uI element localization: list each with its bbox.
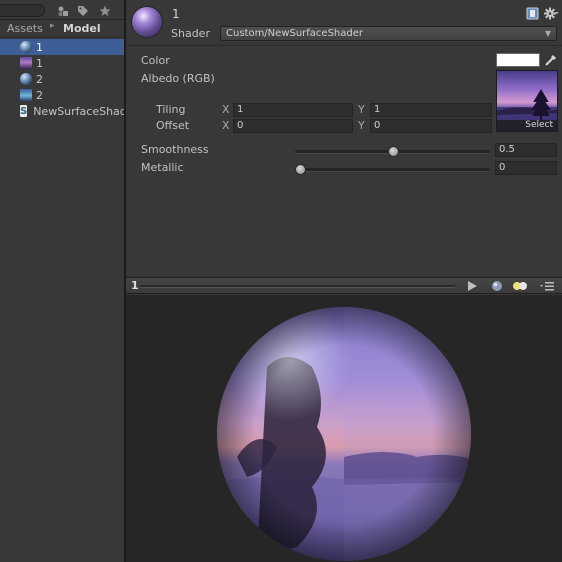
asset-item-material-1[interactable]: 1 bbox=[0, 39, 124, 55]
material-header: 1 Shader Custom/NewSurfaceShader ▼ bbox=[126, 0, 562, 46]
favorites-star-icon[interactable] bbox=[97, 3, 113, 18]
albedo-label: Albedo (RGB) bbox=[141, 72, 215, 85]
offset-x-field[interactable]: 0 bbox=[233, 119, 353, 133]
texture-thumbnail-icon bbox=[20, 89, 32, 101]
smoothness-label: Smoothness bbox=[141, 143, 209, 156]
asset-label: NewSurfaceShader bbox=[33, 104, 124, 118]
breadcrumb-model[interactable]: Model bbox=[63, 22, 101, 35]
smoothness-field[interactable]: 0.5 bbox=[495, 143, 557, 157]
project-panel: Assets ▸ Model 1 1 2 2 S NewSurfaceShade… bbox=[0, 0, 124, 562]
offset-x-label: X bbox=[222, 119, 230, 132]
breadcrumb: Assets ▸ Model bbox=[0, 20, 124, 38]
asset-label: 1 bbox=[36, 40, 43, 54]
texture-thumbnail-icon bbox=[20, 57, 32, 69]
albedo-texture-slot[interactable]: Select bbox=[496, 70, 558, 132]
help-book-icon[interactable] bbox=[526, 7, 539, 20]
gear-icon[interactable] bbox=[544, 6, 559, 21]
tiling-x-field[interactable]: 1 bbox=[233, 103, 353, 117]
preview-resize-handle[interactable] bbox=[140, 285, 455, 288]
asset-item-shader[interactable]: S NewSurfaceShader bbox=[0, 103, 124, 119]
color-label: Color bbox=[141, 54, 170, 67]
offset-y-label: Y bbox=[358, 119, 365, 132]
texture-select-button[interactable]: Select bbox=[497, 120, 557, 131]
preview-lights-icon[interactable] bbox=[512, 280, 528, 292]
project-toolbar-icons bbox=[55, 3, 120, 18]
material-sphere-icon bbox=[20, 73, 32, 85]
material-name: 1 bbox=[172, 7, 180, 21]
metallic-slider-thumb[interactable] bbox=[295, 164, 306, 175]
tiling-y-field[interactable]: 1 bbox=[370, 103, 492, 117]
color-swatch[interactable] bbox=[496, 53, 540, 67]
filter-by-type-icon[interactable] bbox=[55, 3, 71, 18]
preview-title: 1 bbox=[131, 279, 139, 292]
project-toolbar bbox=[0, 0, 124, 20]
tiling-x-label: X bbox=[222, 103, 230, 116]
asset-label: 2 bbox=[36, 72, 43, 86]
inspector-panel: 1 Shader Custom/NewSurfaceShader ▼ Color… bbox=[126, 0, 562, 278]
play-icon[interactable] bbox=[463, 279, 481, 293]
filter-by-label-icon[interactable] bbox=[75, 3, 91, 18]
tiling-label: Tiling bbox=[156, 103, 186, 116]
metallic-label: Metallic bbox=[141, 161, 184, 174]
offset-y-field[interactable]: 0 bbox=[370, 119, 492, 133]
material-sphere-icon bbox=[20, 41, 32, 53]
preview-settings-menu-icon[interactable] bbox=[538, 280, 556, 292]
breadcrumb-assets[interactable]: Assets bbox=[7, 22, 43, 35]
eyedropper-icon[interactable] bbox=[543, 52, 558, 67]
material-preview-viewport[interactable] bbox=[126, 295, 562, 562]
breadcrumb-separator-icon: ▸ bbox=[50, 21, 55, 31]
asset-item-texture-2[interactable]: 2 bbox=[0, 87, 124, 103]
shader-label: Shader bbox=[171, 27, 210, 40]
shader-dropdown[interactable]: Custom/NewSurfaceShader ▼ bbox=[220, 26, 557, 41]
metallic-field[interactable]: 0 bbox=[495, 161, 557, 175]
preview-toolbar: 1 bbox=[126, 277, 562, 294]
search-input[interactable] bbox=[0, 4, 45, 17]
chevron-down-icon: ▼ bbox=[544, 29, 551, 38]
material-preview-sphere bbox=[217, 307, 471, 561]
shader-file-icon: S bbox=[20, 105, 28, 117]
preview-shape-sphere-icon[interactable] bbox=[491, 280, 503, 292]
tiling-y-label: Y bbox=[358, 103, 365, 116]
metallic-slider-track[interactable] bbox=[295, 168, 490, 172]
smoothness-slider-thumb[interactable] bbox=[387, 146, 399, 157]
material-preview-icon bbox=[132, 7, 162, 37]
offset-label: Offset bbox=[156, 119, 190, 132]
asset-item-texture-1[interactable]: 1 bbox=[0, 55, 124, 71]
asset-item-material-2[interactable]: 2 bbox=[0, 71, 124, 87]
shader-dropdown-value: Custom/NewSurfaceShader bbox=[226, 28, 364, 39]
asset-label: 2 bbox=[36, 88, 43, 102]
asset-label: 1 bbox=[36, 56, 43, 70]
